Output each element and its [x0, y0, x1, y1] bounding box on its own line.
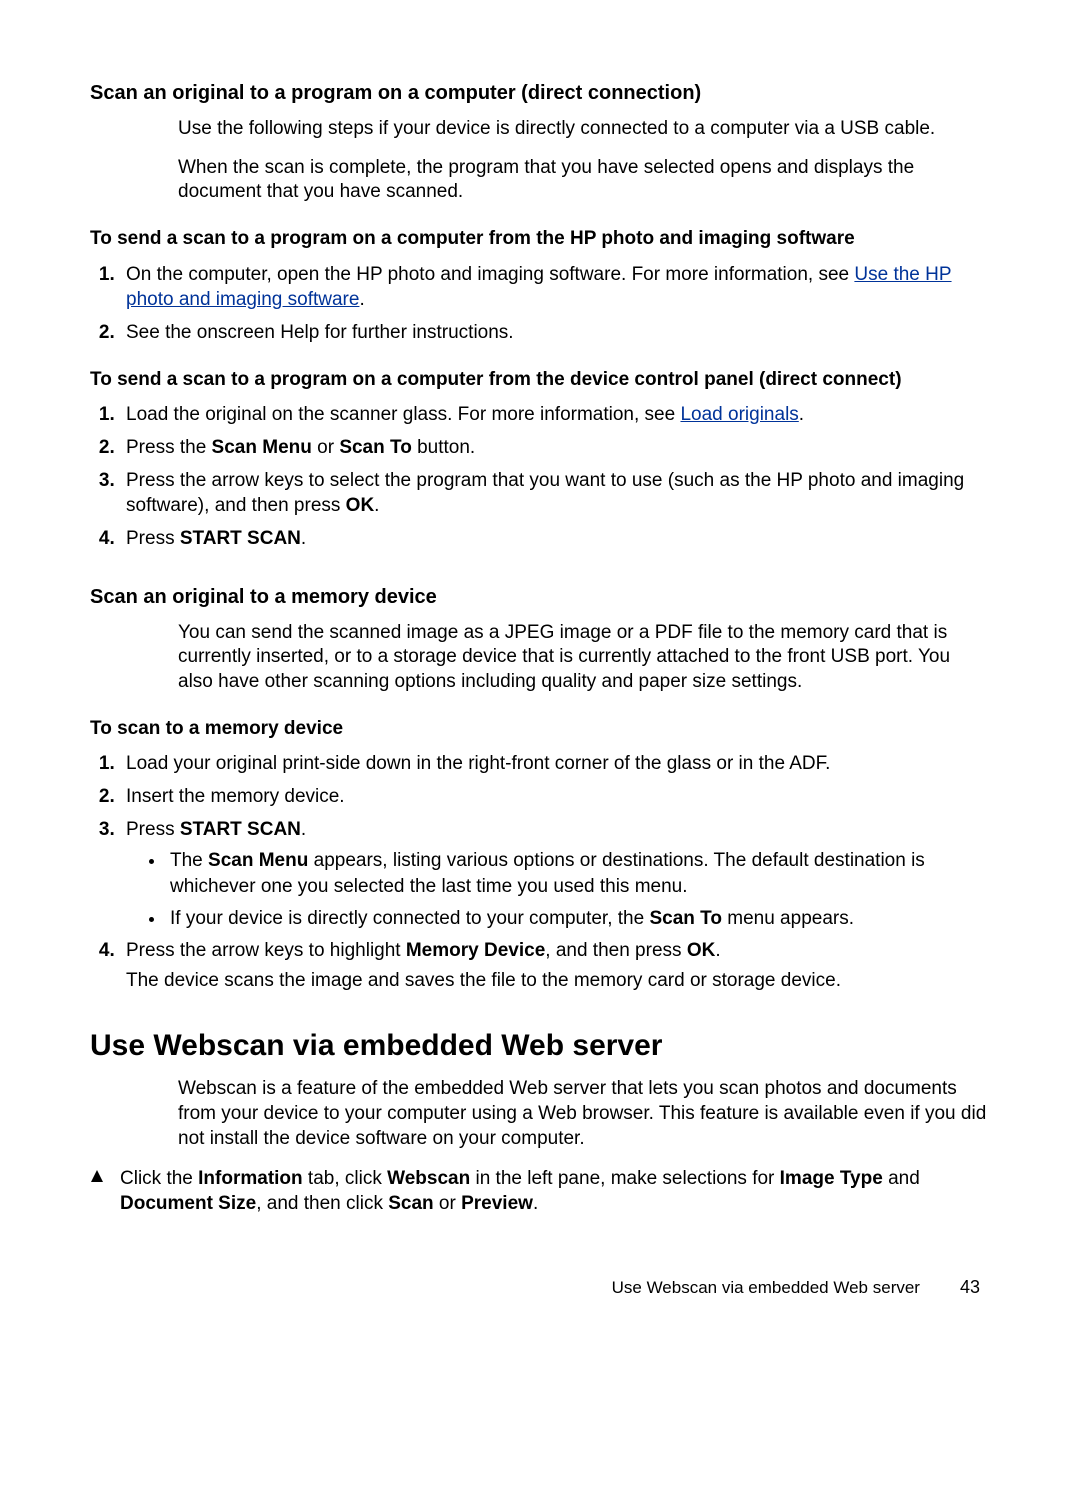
list-item: Press the arrow keys to highlight Memory… [120, 938, 990, 993]
text: and [883, 1168, 920, 1189]
triangle-up-icon [90, 1169, 104, 1217]
text: Click the [120, 1168, 198, 1189]
triangle-step: Click the Information tab, click Webscan… [90, 1166, 990, 1217]
text: On the computer, open the HP photo and i… [126, 264, 854, 285]
list-item: The Scan Menu appears, listing various o… [166, 848, 990, 899]
text-bold: START SCAN [180, 528, 301, 549]
text: . [359, 289, 364, 310]
ordered-list: Load the original on the scanner glass. … [90, 402, 990, 551]
text: Click the Information tab, click Webscan… [120, 1166, 990, 1217]
paragraph: Use the following steps if your device i… [178, 117, 990, 142]
text: or [434, 1193, 461, 1214]
heading-scan-memory: Scan an original to a memory device [90, 586, 990, 609]
text: or [312, 437, 339, 458]
text: . [301, 819, 306, 840]
page-number: 43 [960, 1277, 980, 1298]
text-bold: Scan Menu [212, 437, 312, 458]
text-bold: START SCAN [180, 819, 301, 840]
paragraph: The device scans the image and saves the… [126, 968, 990, 994]
text: , and then click [256, 1193, 388, 1214]
list-item: Load your original print-side down in th… [120, 751, 990, 777]
text-bold: Preview [461, 1193, 533, 1214]
text: , and then press [545, 940, 687, 961]
text-bold: Image Type [780, 1168, 883, 1189]
subheading: To scan to a memory device [90, 717, 990, 742]
footer-title: Use Webscan via embedded Web server [612, 1278, 920, 1298]
text-bold: Memory Device [406, 940, 545, 961]
list-item: Press START SCAN. [120, 526, 990, 552]
text: Press the arrow keys to select the progr… [126, 470, 964, 517]
subheading: To send a scan to a program on a compute… [90, 227, 990, 252]
list-item: Press the arrow keys to select the progr… [120, 468, 990, 519]
text: . [533, 1193, 538, 1214]
page-footer: Use Webscan via embedded Web server 43 [90, 1277, 990, 1298]
text: Press [126, 528, 180, 549]
text: The [170, 850, 208, 871]
ordered-list: Load your original print-side down in th… [90, 751, 990, 993]
heading-webscan: Use Webscan via embedded Web server [90, 1029, 990, 1063]
list-item: Press START SCAN. The Scan Menu appears,… [120, 817, 990, 932]
link-load-originals[interactable]: Load originals [680, 404, 798, 425]
heading-scan-direct: Scan an original to a program on a compu… [90, 82, 990, 105]
unordered-list: The Scan Menu appears, listing various o… [126, 848, 990, 931]
text-bold: Webscan [387, 1168, 470, 1189]
text-bold: OK [346, 495, 375, 516]
document-page: Scan an original to a program on a compu… [0, 0, 1080, 1358]
list-item: Insert the memory device. [120, 784, 990, 810]
list-item: Press the Scan Menu or Scan To button. [120, 435, 990, 461]
paragraph: Webscan is a feature of the embedded Web… [178, 1077, 990, 1151]
paragraph: You can send the scanned image as a JPEG… [178, 621, 990, 695]
text: tab, click [303, 1168, 387, 1189]
text-bold: OK [687, 940, 716, 961]
text-bold: Document Size [120, 1193, 256, 1214]
text: If your device is directly connected to … [170, 908, 649, 929]
text-bold: Scan [388, 1193, 433, 1214]
text: Load the original on the scanner glass. … [126, 404, 680, 425]
text: Press the arrow keys to highlight [126, 940, 406, 961]
list-item: On the computer, open the HP photo and i… [120, 262, 990, 313]
text: menu appears. [722, 908, 854, 929]
ordered-list: On the computer, open the HP photo and i… [90, 262, 990, 346]
text: . [374, 495, 379, 516]
text: in the left pane, make selections for [470, 1168, 779, 1189]
text: . [799, 404, 804, 425]
text-bold: Scan To [339, 437, 412, 458]
paragraph: When the scan is complete, the program t… [178, 156, 990, 205]
text: Press [126, 819, 180, 840]
text: Press the [126, 437, 212, 458]
subheading: To send a scan to a program on a compute… [90, 368, 990, 393]
list-item: See the onscreen Help for further instru… [120, 320, 990, 346]
text: . [715, 940, 720, 961]
list-item: If your device is directly connected to … [166, 906, 990, 932]
text: . [301, 528, 306, 549]
text-bold: Information [198, 1168, 303, 1189]
text-bold: Scan Menu [208, 850, 308, 871]
text: button. [412, 437, 475, 458]
list-item: Load the original on the scanner glass. … [120, 402, 990, 428]
text-bold: Scan To [649, 908, 722, 929]
